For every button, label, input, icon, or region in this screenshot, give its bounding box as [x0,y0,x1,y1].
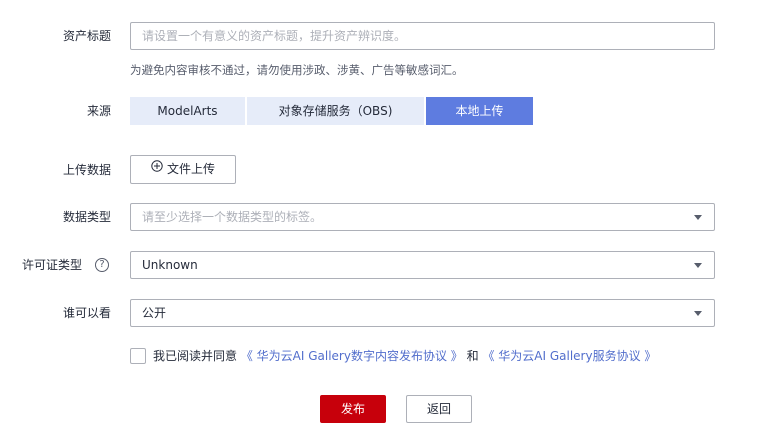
source-option-modelarts[interactable]: ModelArts [130,97,245,125]
upload-label: 上传数据 [62,163,111,177]
file-upload-button[interactable]: 文件上传 [130,155,236,184]
agreement-checkbox[interactable] [130,348,146,364]
agreement-text: 我已阅读并同意 《 华为云AI Gallery数字内容发布协议 》 和 《 华为… [153,348,656,364]
publish-agreement-link[interactable]: 《 华为云AI Gallery数字内容发布协议 》 [241,349,463,363]
file-upload-button-label: 文件上传 [166,162,215,176]
license-type-value: Unknown [142,258,198,272]
data-type-select[interactable]: 请至少选择一个数据类型的标签。 [130,203,715,231]
chevron-down-icon [694,215,702,220]
question-circle-icon[interactable]: ? [95,258,109,272]
agreement-conjunction: 和 [466,349,479,363]
data-type-label: 数据类型 [62,210,111,224]
asset-title-hint: 为避免内容审核不通过，请勿使用涉政、涉黄、广告等敏感词汇。 [130,63,464,77]
plus-circle-icon [151,155,163,181]
visibility-select[interactable]: 公开 [130,299,715,327]
visibility-value: 公开 [142,306,167,320]
source-label: 来源 [86,104,111,118]
asset-title-input[interactable]: 请设置一个有意义的资产标题，提升资产辨识度。 [130,22,715,50]
chevron-down-icon [694,263,702,268]
data-type-placeholder: 请至少选择一个数据类型的标签。 [142,210,323,224]
publish-button[interactable]: 发布 [320,395,386,423]
asset-title-label: 资产标题 [62,29,111,43]
source-option-local-upload[interactable]: 本地上传 [426,97,533,125]
source-option-obs[interactable]: 对象存储服务（OBS) [247,97,424,125]
chevron-down-icon [694,311,702,316]
visibility-label: 谁可以看 [62,306,111,320]
back-button[interactable]: 返回 [406,395,472,423]
license-type-select[interactable]: Unknown [130,251,715,279]
service-agreement-link[interactable]: 《 华为云AI Gallery服务协议 》 [482,349,656,363]
license-type-label: 许可证类型 [22,258,83,272]
agreement-prefix: 我已阅读并同意 [153,349,238,363]
